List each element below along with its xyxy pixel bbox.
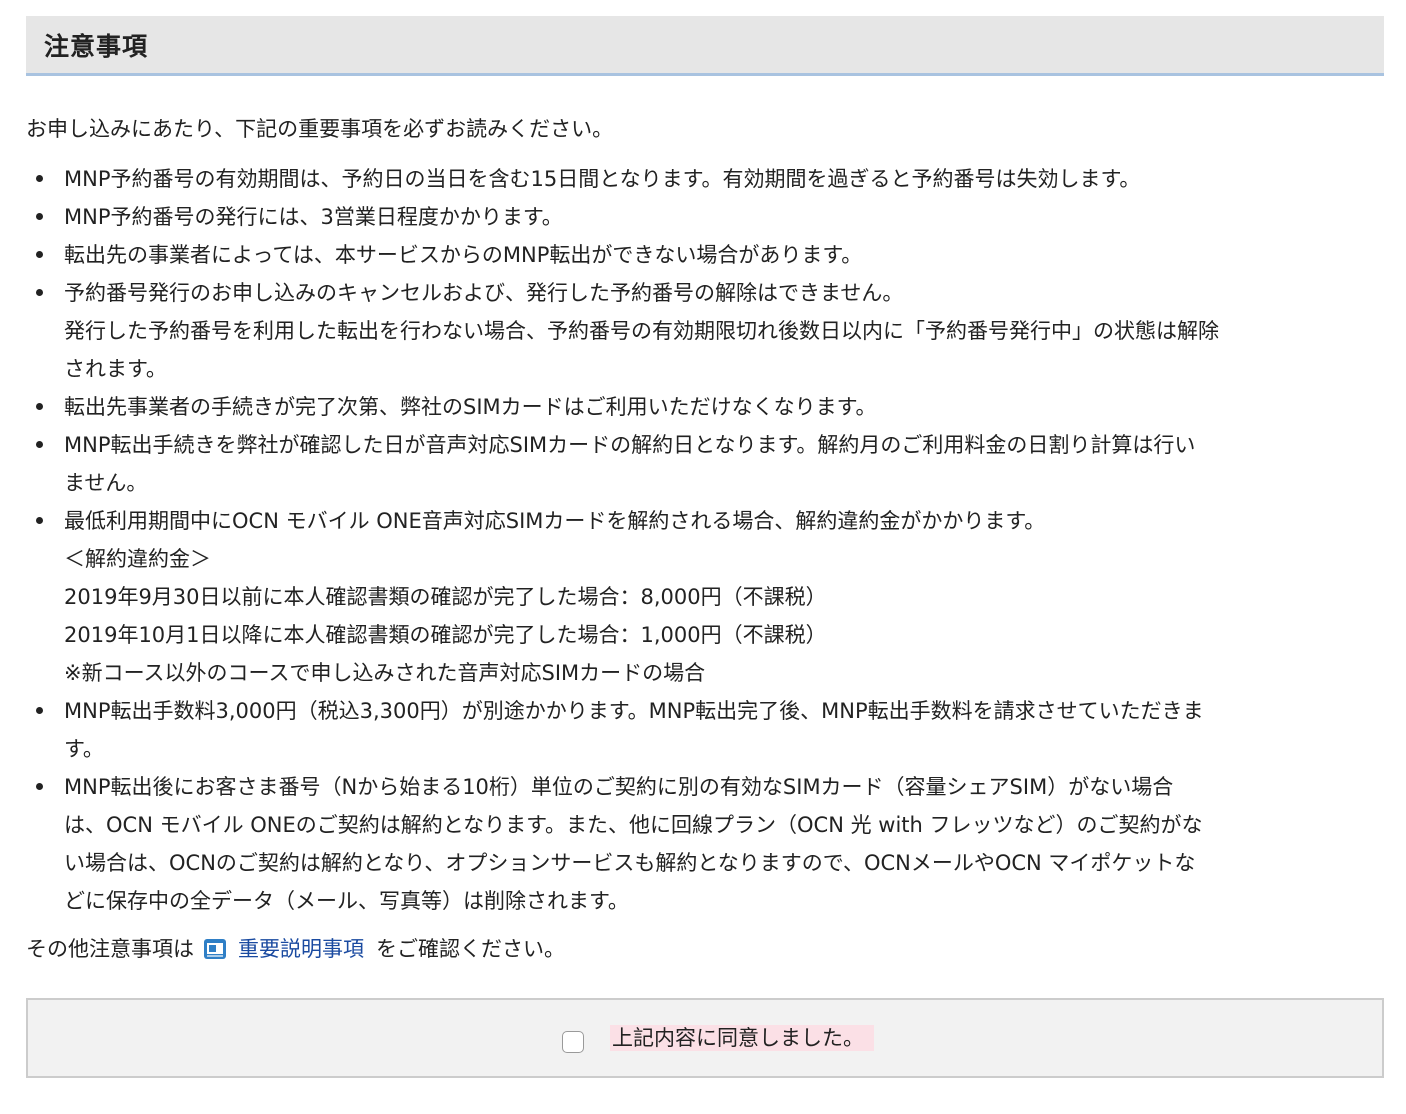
agreement-label[interactable]: 上記内容に同意しました。 [562, 1023, 874, 1053]
notice-line: 転出先の事業者によっては、本サービスからのMNP転出ができない場合があります。 [64, 243, 863, 267]
notice-item: MNP予約番号の有効期間は、予約日の当日を含む15日間となります。有効期間を過ぎ… [26, 160, 1384, 198]
notice-line: 最低利用期間中にOCN モバイル ONE音声対応SIMカードを解約される場合、解… [64, 509, 1046, 533]
bullet-icon [36, 517, 43, 524]
notice-item: 転出先の事業者によっては、本サービスからのMNP転出ができない場合があります。 [26, 236, 1384, 274]
notice-item: MNP転出後にお客さま番号（Nから始まる10桁）単位のご契約に別の有効なSIMカ… [26, 768, 1384, 920]
important-info-link[interactable]: 重要説明事項 [238, 930, 364, 968]
notice-line: どに保存中の全データ（メール、写真等）は削除されます。 [64, 889, 629, 913]
bullet-icon [36, 175, 43, 182]
notice-item: MNP転出手数料3,000円（税込3,300円）が別途かかります。MNP転出完了… [26, 692, 1384, 768]
notice-line: 予約番号発行のお申し込みのキャンセルおよび、発行した予約番号の解除はできません。 [64, 281, 904, 305]
notice-line: す。 [64, 737, 104, 761]
agreement-checkbox[interactable] [562, 1031, 584, 1053]
notice-item: 転出先事業者の手続きが完了次第、弊社のSIMカードはご利用いただけなくなります。 [26, 388, 1384, 426]
notice-line: されます。 [64, 357, 167, 381]
notice-line: 2019年10月1日以降に本人確認書類の確認が完了した場合：1,000円（不課税… [64, 623, 827, 647]
other-notes-line: その他注意事項は 重要説明事項 をご確認ください。 [26, 930, 1384, 968]
notice-line: ※新コース以外のコースで申し込みされた音声対応SIMカードの場合 [64, 661, 706, 685]
notice-line: MNP予約番号の有効期間は、予約日の当日を含む15日間となります。有効期間を過ぎ… [64, 167, 1141, 191]
notice-line: 発行した予約番号を利用した転出を行わない場合、予約番号の有効期限切れ後数日以内に… [64, 319, 1219, 343]
bullet-icon [36, 289, 43, 296]
notice-item: MNP予約番号の発行には、3営業日程度かかります。 [26, 198, 1384, 236]
notice-line: い場合は、OCNのご契約は解約となり、オプションサービスも解約となりますので、O… [64, 851, 1196, 875]
notice-line: ＜解約違約金＞ [64, 547, 211, 571]
notice-line: は、OCN モバイル ONEのご契約は解約となります。また、他に回線プラン（OC… [64, 813, 1203, 837]
notice-line: 転出先事業者の手続きが完了次第、弊社のSIMカードはご利用いただけなくなります。 [64, 395, 877, 419]
notice-item: 最低利用期間中にOCN モバイル ONE音声対応SIMカードを解約される場合、解… [26, 502, 1384, 692]
notice-line: MNP予約番号の発行には、3営業日程度かかります。 [64, 205, 563, 229]
notice-line: ません。 [64, 471, 148, 495]
notice-item: MNP転出手続きを弊社が確認した日が音声対応SIMカードの解約日となります。解約… [26, 426, 1384, 502]
other-notes-suffix: をご確認ください。 [376, 937, 565, 961]
bullet-icon [36, 213, 43, 220]
bullet-icon [36, 783, 43, 790]
notice-line: MNP転出手続きを弊社が確認した日が音声対応SIMカードの解約日となります。解約… [64, 433, 1196, 457]
bullet-icon [36, 251, 43, 258]
bullet-icon [36, 441, 43, 448]
notice-list: MNP予約番号の有効期間は、予約日の当日を含む15日間となります。有効期間を過ぎ… [26, 160, 1384, 920]
bullet-icon [36, 707, 43, 714]
other-notes-prefix: その他注意事項は [26, 937, 194, 961]
section-title: 注意事項 [44, 31, 149, 61]
notice-line: MNP転出後にお客さま番号（Nから始まる10桁）単位のご契約に別の有効なSIMカ… [64, 775, 1174, 799]
notice-line: 2019年9月30日以前に本人確認書類の確認が完了した場合：8,000円（不課税… [64, 585, 827, 609]
intro-text: お申し込みにあたり、下記の重要事項を必ずお読みください。 [26, 117, 614, 141]
notice-item: 予約番号発行のお申し込みのキャンセルおよび、発行した予約番号の解除はできません。… [26, 274, 1384, 388]
agreement-box: 上記内容に同意しました。 [26, 998, 1384, 1078]
notice-page: 注意事項 お申し込みにあたり、下記の重要事項を必ずお読みください。 MNP予約番… [26, 16, 1384, 1078]
section-header: 注意事項 [26, 16, 1384, 76]
bullet-icon [36, 403, 43, 410]
agreement-text[interactable]: 上記内容に同意しました。 [610, 1025, 874, 1051]
document-window-icon [204, 939, 226, 959]
notice-line: MNP転出手数料3,000円（税込3,300円）が別途かかります。MNP転出完了… [64, 699, 1204, 723]
